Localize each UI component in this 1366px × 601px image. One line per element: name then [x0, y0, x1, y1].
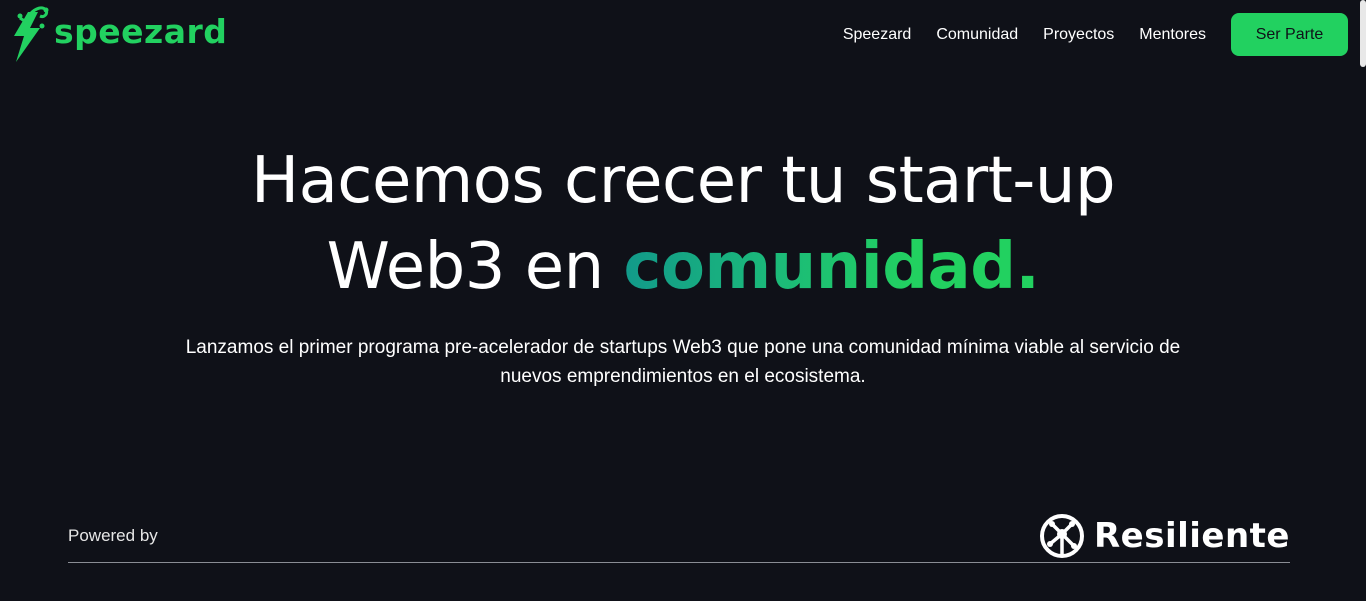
- lizard-lightning-icon: [14, 6, 49, 62]
- resiliente-gecko-icon: [1039, 514, 1084, 558]
- nav-link-mentores[interactable]: Mentores: [1139, 26, 1206, 44]
- nav-link-speezard[interactable]: Speezard: [843, 26, 912, 44]
- partner-name: Resiliente: [1093, 516, 1290, 556]
- brand-logo[interactable]: speezard: [8, 4, 227, 64]
- powered-by-label: Powered by: [68, 526, 158, 545]
- hero-title-accent: comunidad.: [623, 230, 1040, 304]
- hero-title-line2: Web3 en comunidad.: [0, 224, 1366, 310]
- hero-subtitle: Lanzamos el primer programa pre-acelerad…: [185, 337, 1181, 387]
- main-nav: Speezard Comunidad Proyectos Mentores Se…: [843, 13, 1348, 56]
- nav-link-comunidad[interactable]: Comunidad: [936, 26, 1018, 44]
- hero-title: Hacemos crecer tu start-up Web3 en comun…: [0, 138, 1366, 310]
- hero-title-prefix: Web3 en: [326, 230, 624, 304]
- nav-link-proyectos[interactable]: Proyectos: [1043, 26, 1114, 44]
- brand-name: speezard: [54, 11, 228, 51]
- footer-divider: [68, 562, 1290, 563]
- hero-title-line1: Hacemos crecer tu start-up: [250, 144, 1116, 218]
- ser-parte-button[interactable]: Ser Parte: [1231, 13, 1348, 56]
- page-scrollbar[interactable]: [1360, 0, 1366, 67]
- partner-logo[interactable]: Resiliente: [1038, 514, 1290, 558]
